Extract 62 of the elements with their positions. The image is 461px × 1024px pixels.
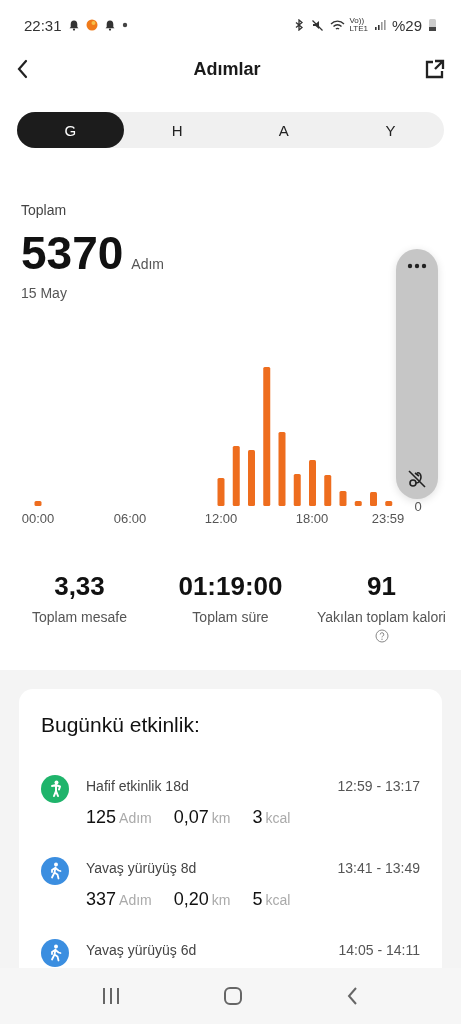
axis-label: 00:00 xyxy=(21,511,55,526)
total-steps: 5370 xyxy=(21,227,124,279)
back-button[interactable] xyxy=(16,59,30,79)
activity-name[interactable]: Yavaş yürüyüş 6d xyxy=(86,939,322,967)
share-button[interactable] xyxy=(424,58,445,80)
distance-value: 0,07 xyxy=(173,807,209,828)
unit-label: Adım xyxy=(119,892,152,908)
calorie-value: 5 xyxy=(252,889,263,910)
dot-icon xyxy=(121,22,128,28)
bluetooth-icon xyxy=(293,19,306,31)
stat-label: Toplam mesafe xyxy=(32,608,127,627)
period-tab[interactable]: G xyxy=(17,112,124,148)
stat-label: Toplam süre xyxy=(192,608,269,627)
period-tab[interactable]: Y xyxy=(337,112,444,148)
battery-icon xyxy=(428,18,437,32)
unit-label: km xyxy=(211,810,231,826)
crossed-figure-button[interactable] xyxy=(407,469,427,489)
wifi-icon xyxy=(330,19,346,31)
recent-apps-button[interactable] xyxy=(101,986,120,1006)
stat-value: 91 xyxy=(367,570,396,602)
home-button[interactable] xyxy=(223,986,243,1006)
period-tab[interactable]: A xyxy=(230,112,338,148)
stat-label: Yakılan toplam kalori xyxy=(317,608,446,627)
step-count: 337 xyxy=(86,889,117,910)
date-label: 15 May xyxy=(21,284,68,303)
axis-label: 23:59 xyxy=(371,511,405,526)
distance-value: 0,20 xyxy=(173,889,209,910)
clock: 22:31 xyxy=(24,16,62,34)
axis-label: 06:00 xyxy=(113,511,147,526)
axis-label: 0 xyxy=(414,499,422,514)
stat-value: 3,33 xyxy=(54,570,105,602)
unit-label: kcal xyxy=(265,892,291,908)
more-button[interactable] xyxy=(407,263,427,269)
network-label: Vo)) LTE1 xyxy=(349,17,368,33)
stat-value: 01:19:00 xyxy=(178,570,283,602)
page-title: Adımlar xyxy=(193,58,261,80)
battery-level: %29 xyxy=(391,16,422,34)
activity-name[interactable]: Hafif etkinlik 18d xyxy=(86,775,321,803)
activity-figure-icon xyxy=(41,775,69,803)
bell-icon xyxy=(67,19,80,31)
unit-label: kcal xyxy=(265,810,291,826)
unit-label: km xyxy=(211,892,231,908)
section-title: Bugünkü etkinlik: xyxy=(41,712,201,738)
steps-unit: Adım xyxy=(131,256,165,272)
period-tab[interactable]: H xyxy=(123,112,231,148)
signal-icon xyxy=(373,19,386,31)
step-count: 125 xyxy=(86,807,117,828)
walking-icon xyxy=(41,857,69,885)
activity-name[interactable]: Yavaş yürüyüş 8d xyxy=(86,857,321,885)
axis-label: 18:00 xyxy=(295,511,329,526)
app-notification-icon xyxy=(85,19,98,31)
unit-label: Adım xyxy=(119,810,152,826)
calorie-value: 3 xyxy=(252,807,263,828)
total-label: Toplam xyxy=(21,201,68,220)
axis-label: 12:00 xyxy=(204,511,238,526)
activity-time: 12:59 - 13:17 xyxy=(337,777,420,796)
bell-icon xyxy=(103,19,116,31)
back-nav-button[interactable] xyxy=(346,986,360,1006)
activity-time: 14:05 - 14:11 xyxy=(338,941,420,960)
mute-icon xyxy=(311,18,325,32)
help-icon[interactable] xyxy=(374,629,389,643)
activity-time: 13:41 - 13:49 xyxy=(337,859,420,878)
